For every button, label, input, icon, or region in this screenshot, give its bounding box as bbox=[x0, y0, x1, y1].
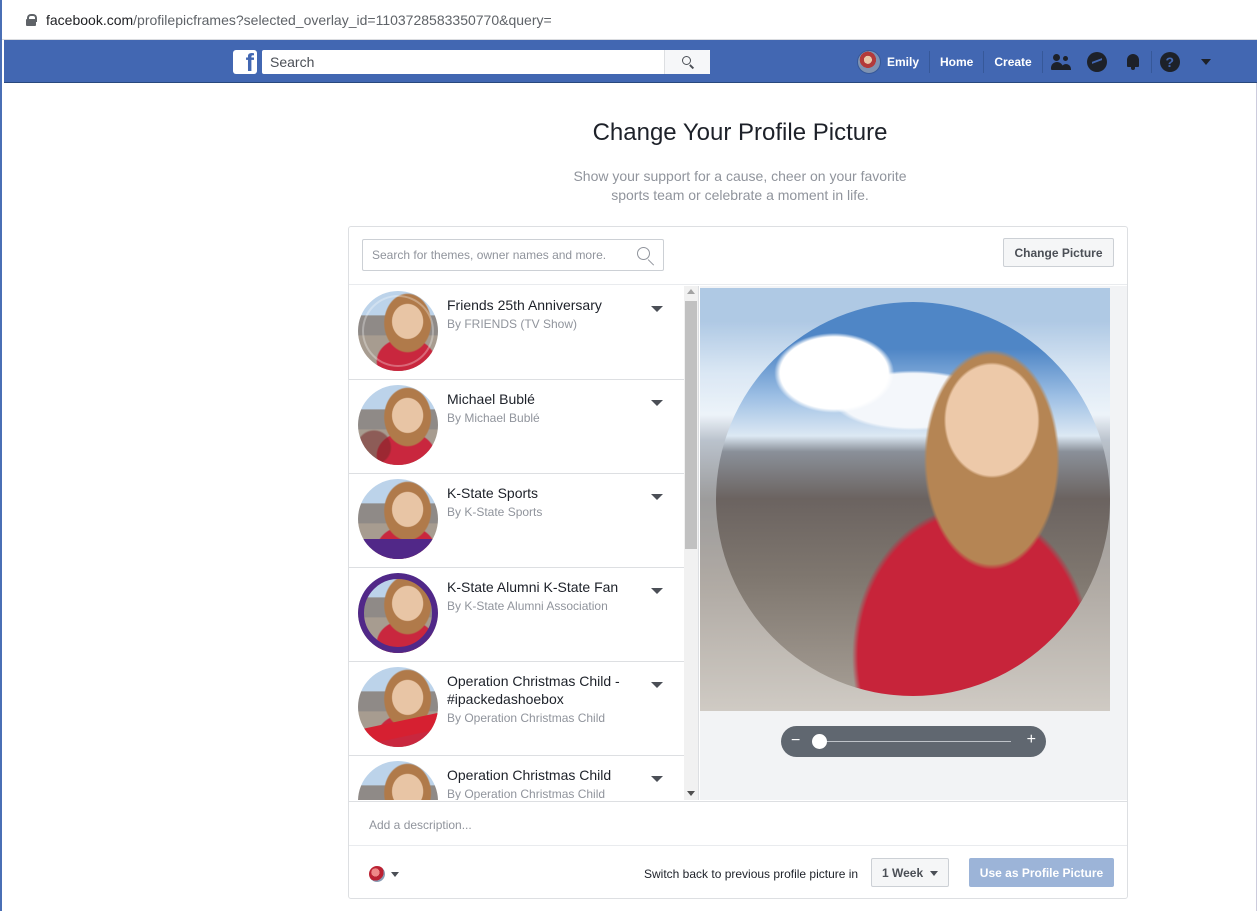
list-item-k-state-sports[interactable]: K-State Sports By K-State Sports bbox=[349, 474, 684, 568]
chevron-down-icon[interactable] bbox=[651, 400, 663, 406]
frame-thumbnail bbox=[358, 385, 438, 465]
address-bar[interactable]: facebook.com/profilepicframes?selected_o… bbox=[2, 0, 1257, 40]
list-item-operation-christmas-child-shoebox[interactable]: Operation Christmas Child - #ipackedasho… bbox=[349, 662, 684, 756]
chevron-down-icon bbox=[1200, 58, 1211, 65]
frame-title: Michael Bublé bbox=[447, 391, 535, 407]
messenger-icon bbox=[1086, 51, 1107, 72]
url-path: /profilepicframes?selected_overlay_id=11… bbox=[133, 11, 552, 28]
chevron-down-icon[interactable] bbox=[391, 872, 399, 877]
help-button[interactable]: ? bbox=[1156, 40, 1184, 83]
page-subtitle: Show your support for a cause, cheer on … bbox=[573, 168, 907, 203]
frame-thumbnail bbox=[358, 667, 438, 747]
frame-list: Friends 25th Anniversary By FRIENDS (TV … bbox=[349, 286, 699, 800]
frame-title: K-State Alumni K-State Fan bbox=[447, 579, 619, 595]
crop-circle[interactable] bbox=[716, 302, 1110, 696]
frame-owner: By Michael Bublé bbox=[447, 411, 540, 425]
nav-divider bbox=[1150, 50, 1152, 73]
friends-icon bbox=[1050, 53, 1071, 70]
list-item-friends[interactable]: Friends 25th Anniversary By FRIENDS (TV … bbox=[349, 286, 684, 380]
change-picture-button[interactable]: Change Picture bbox=[1003, 238, 1114, 267]
zoom-in-icon[interactable]: + bbox=[1027, 731, 1036, 749]
create-link[interactable]: Create bbox=[984, 40, 1041, 83]
nav-divider bbox=[1041, 50, 1043, 73]
search-icon bbox=[637, 247, 655, 265]
bell-icon bbox=[1125, 53, 1141, 71]
chevron-down-icon[interactable] bbox=[651, 682, 663, 688]
facebook-logo-icon[interactable]: f bbox=[233, 50, 257, 74]
search-icon bbox=[681, 56, 694, 68]
chevron-down-icon[interactable] bbox=[651, 494, 663, 500]
chevron-down-icon[interactable] bbox=[651, 306, 663, 312]
duration-select[interactable]: 1 Week bbox=[871, 858, 949, 887]
card-footer: Switch back to previous profile picture … bbox=[349, 847, 1127, 899]
duration-value: 1 Week bbox=[882, 865, 924, 880]
frame-title: Friends 25th Anniversary bbox=[447, 297, 602, 313]
chevron-down-icon bbox=[930, 871, 938, 876]
frame-list-scrollbar[interactable] bbox=[684, 286, 698, 800]
page-title: Change Your Profile Picture bbox=[592, 119, 888, 146]
browser-window: facebook.com/profilepicframes?selected_o… bbox=[0, 0, 1257, 911]
scroll-down-icon[interactable] bbox=[687, 791, 695, 796]
frame-thumbnail bbox=[358, 291, 438, 371]
zoom-handle[interactable] bbox=[812, 734, 827, 749]
facebook-header: f Search Emily Home Create ? bbox=[4, 40, 1257, 83]
switch-back-label: Switch back to previous profile picture … bbox=[644, 867, 859, 881]
chevron-down-icon[interactable] bbox=[651, 588, 663, 594]
account-menu-button[interactable] bbox=[1192, 40, 1220, 83]
frame-owner: By Operation Christmas Child bbox=[447, 787, 606, 800]
theme-search-input[interactable]: Search for themes, owner names and more. bbox=[362, 239, 664, 271]
scroll-up-icon[interactable] bbox=[687, 289, 695, 294]
list-item-michael-buble[interactable]: Michael Bublé By Michael Bublé bbox=[349, 380, 684, 474]
header-nav: Emily Home Create ? bbox=[857, 40, 1224, 83]
profile-photo-crop[interactable] bbox=[700, 288, 1110, 711]
frame-title: Operation Christmas Child bbox=[447, 767, 612, 783]
home-link[interactable]: Home bbox=[930, 40, 983, 83]
list-item-k-state-alumni[interactable]: K-State Alumni K-State Fan By K-State Al… bbox=[349, 568, 684, 662]
zoom-slider[interactable]: − + bbox=[781, 726, 1046, 757]
chevron-down-icon[interactable] bbox=[651, 776, 663, 782]
frame-owner: By K-State Sports bbox=[447, 505, 543, 519]
profile-frame-card: Search for themes, owner names and more.… bbox=[348, 226, 1128, 899]
picture-preview: − + bbox=[700, 286, 1127, 800]
url-host: facebook.com bbox=[46, 11, 134, 28]
notifications-button[interactable] bbox=[1119, 40, 1147, 83]
frame-title: Operation Christmas Child - #ipackedasho… bbox=[447, 673, 620, 707]
zoom-out-icon[interactable]: − bbox=[791, 732, 800, 750]
audience-globe-icon[interactable] bbox=[369, 866, 385, 882]
frame-thumbnail bbox=[358, 573, 438, 653]
list-item-operation-christmas-child[interactable]: Operation Christmas Child By Operation C… bbox=[349, 756, 684, 800]
friend-requests-button[interactable] bbox=[1047, 40, 1075, 83]
header-search[interactable]: Search bbox=[262, 50, 710, 74]
frame-owner: By FRIENDS (TV Show) bbox=[447, 317, 578, 331]
description-input[interactable]: Add a description... bbox=[349, 801, 1127, 846]
frame-thumbnail bbox=[358, 761, 438, 800]
profile-link[interactable]: Emily bbox=[887, 40, 929, 83]
scrollbar-thumb[interactable] bbox=[685, 301, 697, 549]
header-search-button[interactable] bbox=[664, 50, 710, 74]
messenger-button[interactable] bbox=[1083, 40, 1111, 83]
avatar[interactable] bbox=[857, 49, 881, 74]
help-icon: ? bbox=[1159, 51, 1180, 72]
lock-icon bbox=[26, 13, 37, 26]
header-search-input[interactable]: Search bbox=[262, 54, 662, 70]
card-toolbar: Search for themes, owner names and more.… bbox=[349, 227, 1127, 285]
use-as-profile-picture-button[interactable]: Use as Profile Picture bbox=[969, 858, 1114, 887]
frame-title: K-State Sports bbox=[447, 485, 539, 501]
frame-owner: By Operation Christmas Child bbox=[447, 711, 606, 725]
zoom-track bbox=[821, 741, 1011, 742]
frame-owner: By K-State Alumni Association bbox=[447, 599, 608, 613]
frame-thumbnail bbox=[358, 479, 438, 559]
theme-search-placeholder: Search for themes, owner names and more. bbox=[372, 248, 607, 262]
